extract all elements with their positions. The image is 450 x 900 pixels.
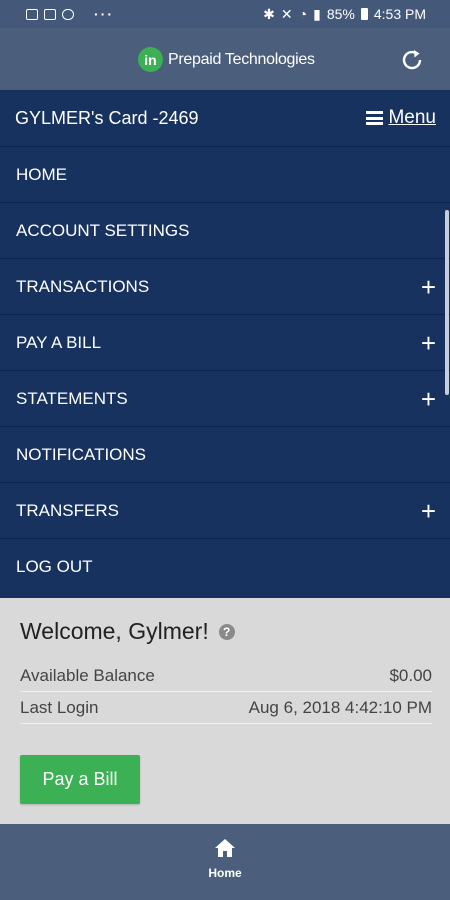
home-icon: [215, 839, 235, 857]
gallery-notification-icon: [26, 8, 38, 20]
balance-value: $0.00: [389, 666, 432, 685]
nav-item-pay-a-bill[interactable]: PAY A BILL +: [0, 314, 450, 370]
hamburger-icon: [366, 111, 384, 125]
tab-home[interactable]: Home: [195, 838, 255, 888]
balance-label: Available Balance: [20, 666, 155, 685]
last-login-label: Last Login: [20, 698, 99, 717]
nav-item-label: STATEMENTS: [16, 388, 128, 408]
welcome-heading: Welcome, Gylmer! ?: [20, 618, 235, 645]
scrollbar[interactable]: [445, 210, 449, 395]
help-icon[interactable]: ?: [218, 623, 235, 640]
nav-item-label: TRANSFERS: [16, 500, 119, 520]
nav-item-label: NOTIFICATIONS: [16, 444, 147, 464]
balance-row: Available Balance $0.00: [20, 661, 432, 692]
menu-button[interactable]: Menu: [366, 107, 436, 129]
nav-item-label: TRANSACTIONS: [16, 276, 150, 296]
welcome-text: Welcome, Gylmer!: [20, 618, 209, 644]
account-summary: Welcome, Gylmer! ? Available Balance $0.…: [0, 598, 450, 824]
pay-a-bill-button[interactable]: Pay a Bill: [20, 755, 140, 804]
brand-name: Prepaid Technologies: [168, 50, 315, 68]
refresh-icon[interactable]: [398, 46, 426, 74]
nav-item-home[interactable]: HOME: [0, 146, 450, 202]
status-bar: ··· ✱ ✕ ◔ ▮ 85% 4:53 PM: [0, 0, 450, 28]
menu-label: Menu: [388, 107, 436, 128]
bluetooth-icon: ✱: [263, 5, 275, 22]
app-header: in Prepaid Technologies: [0, 28, 450, 90]
more-notifications-icon: ···: [94, 6, 114, 22]
wifi-icon: ◔: [298, 6, 308, 22]
nav-item-log-out[interactable]: LOG OUT: [0, 538, 450, 594]
nav-item-label: HOME: [16, 164, 67, 184]
battery-icon: [360, 8, 368, 20]
notification-icons: ···: [26, 6, 114, 22]
nav-item-label: LOG OUT: [16, 556, 93, 576]
expand-plus-icon[interactable]: +: [421, 274, 436, 300]
nav-item-transactions[interactable]: TRANSACTIONS +: [0, 258, 450, 314]
card-title: GYLMER's Card -2469: [15, 107, 199, 128]
signal-icon: ▮: [313, 5, 321, 22]
logo-badge: in: [138, 47, 163, 72]
email-notification-icon: [44, 8, 56, 20]
brand-logo: in Prepaid Technologies: [138, 47, 315, 72]
nav-item-label: PAY A BILL: [16, 332, 102, 352]
bottom-tab-bar: Home: [0, 824, 450, 900]
nav-item-account-settings[interactable]: ACCOUNT SETTINGS: [0, 202, 450, 258]
last-login-row: Last Login Aug 6, 2018 4:42:10 PM: [20, 693, 432, 724]
nav-item-statements[interactable]: STATEMENTS +: [0, 370, 450, 426]
mute-icon: ✕: [280, 5, 293, 22]
nav-menu: HOME ACCOUNT SETTINGS TRANSACTIONS + PAY…: [0, 146, 450, 598]
chat-notification-icon: [62, 8, 74, 20]
system-status: ✱ ✕ ◔ ▮ 85% 4:53 PM: [263, 6, 426, 23]
expand-plus-icon[interactable]: +: [421, 498, 436, 524]
nav-item-transfers[interactable]: TRANSFERS +: [0, 482, 450, 538]
tab-home-label: Home: [208, 866, 242, 880]
battery-percent: 85%: [326, 6, 355, 22]
expand-plus-icon[interactable]: +: [421, 386, 436, 412]
last-login-value: Aug 6, 2018 4:42:10 PM: [248, 698, 432, 717]
nav-item-notifications[interactable]: NOTIFICATIONS: [0, 426, 450, 482]
expand-plus-icon[interactable]: +: [421, 330, 436, 356]
clock: 4:53 PM: [373, 6, 426, 22]
card-bar: GYLMER's Card -2469 Menu: [0, 90, 450, 146]
nav-item-label: ACCOUNT SETTINGS: [16, 220, 190, 240]
